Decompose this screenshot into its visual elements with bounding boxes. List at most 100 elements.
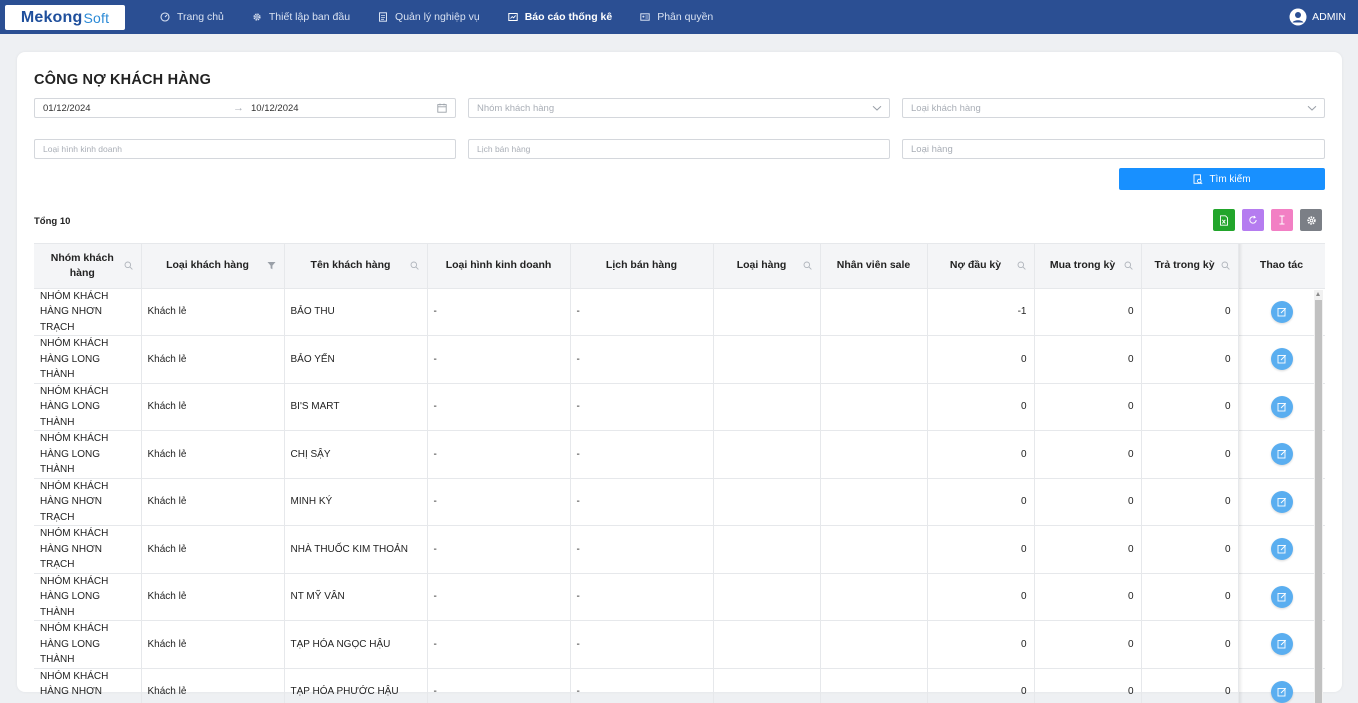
column-header[interactable]: Tên khách hàng (284, 244, 428, 289)
edit-button[interactable] (1270, 443, 1293, 466)
logo-text-secondary: Soft (83, 9, 110, 26)
cell-name: BẢO THU (284, 288, 428, 336)
column-header[interactable]: Trả trong kỳ (1141, 244, 1239, 289)
edit-button[interactable] (1270, 300, 1293, 323)
table-row[interactable]: NHÓM KHÁCH HÀNG LONG THÀNH Khách lẻ BI'S M… (34, 383, 1325, 431)
excel-export-button[interactable] (1213, 209, 1235, 231)
cell-name: TẠP HÓA PHƯỚC HẬU (284, 668, 428, 703)
nav-label: Thiết lập ban đầu (268, 11, 351, 23)
business-type-input[interactable]: Loại hình kinh doanh (34, 139, 456, 159)
column-header[interactable]: Loại khách hàng (141, 244, 285, 289)
column-header-label: Mua trong kỳ (1049, 259, 1116, 272)
cell-schedule: - (570, 573, 714, 621)
nav-item-business-management[interactable]: Quản lý nghiệp vụ (378, 11, 480, 23)
cell-goods (713, 668, 821, 703)
refresh-button[interactable] (1242, 209, 1264, 231)
nav-item-permissions[interactable]: Phân quyền (640, 11, 713, 23)
brand-logo[interactable]: Mekong Soft (5, 5, 125, 30)
cell-business: - (427, 430, 571, 479)
search-icon[interactable] (1017, 261, 1026, 270)
edit-icon (1277, 640, 1286, 649)
cell-purchase: 0 (1034, 478, 1142, 526)
table-row[interactable]: NHÓM KHÁCH HÀNG LONG THÀNH Khách lẻ TẠP HÓ… (34, 620, 1325, 669)
column-width-button[interactable] (1271, 209, 1293, 231)
edit-button[interactable] (1270, 680, 1293, 703)
edit-icon (1277, 355, 1286, 364)
cell-business: - (427, 383, 571, 431)
calendar-icon (437, 103, 447, 113)
column-header[interactable]: Mua trong kỳ (1034, 244, 1142, 289)
search-icon[interactable] (1221, 261, 1230, 270)
cell-paid: 0 (1141, 668, 1239, 703)
edit-icon (1277, 402, 1286, 412)
cell-name: BẢO YẾN (284, 335, 428, 384)
edit-button[interactable] (1270, 538, 1293, 561)
cell-purchase: 0 (1034, 620, 1142, 669)
scroll-up-arrow-icon[interactable] (1316, 292, 1320, 296)
cell-name: NT MỸ VÂN (284, 573, 428, 621)
column-header[interactable]: Loại hàng (713, 244, 821, 289)
cell-group: NHÓM KHÁCH HÀNG NHƠN TRẠCH (34, 668, 142, 703)
cell-opening: 0 (927, 478, 1035, 526)
column-header[interactable]: Nợ đầu kỳ (927, 244, 1035, 289)
search-button[interactable]: Tìm kiếm (1119, 168, 1325, 190)
scrollbar-thumb[interactable] (1315, 300, 1322, 703)
search-icon[interactable] (1124, 261, 1133, 270)
cell-goods (713, 335, 821, 384)
customer-type-select[interactable]: Loại khách hàng (902, 98, 1325, 118)
sales-schedule-input[interactable]: Lịch bán hàng (468, 139, 890, 159)
goods-type-input[interactable]: Loại hàng (902, 139, 1325, 159)
table-row[interactable]: NHÓM KHÁCH HÀNG NHƠN TRẠCH Khách lẻ NHÀ TH… (34, 525, 1325, 574)
column-header[interactable]: Nhân viên sale (820, 244, 928, 289)
cell-opening: 0 (927, 525, 1035, 574)
total-count: Tổng 10 (34, 216, 71, 227)
edit-button[interactable] (1270, 395, 1293, 418)
cell-paid: 0 (1141, 573, 1239, 621)
cell-business: - (427, 668, 571, 703)
cell-paid: 0 (1141, 335, 1239, 384)
search-icon[interactable] (410, 261, 419, 270)
refresh-icon (1249, 215, 1257, 224)
nav-item-initial-setup[interactable]: Thiết lập ban đầu (252, 11, 350, 23)
table-row[interactable]: NHÓM KHÁCH HÀNG NHƠN TRẠCH Khách lẻ MINH K… (34, 478, 1325, 526)
table-header-row: Nhóm khách hàng Loại khách hàng Tên khác… (34, 244, 1325, 289)
customer-group-select[interactable]: Nhóm khách hàng (468, 98, 890, 118)
dashboard-icon (160, 12, 170, 22)
cell-paid: 0 (1141, 620, 1239, 669)
cell-purchase: 0 (1034, 335, 1142, 384)
table-row[interactable]: NHÓM KHÁCH HÀNG NHƠN TRẠCHKhách lẻTẠP HÓ… (34, 668, 1325, 703)
nav-item-home[interactable]: Trang chủ (160, 11, 224, 23)
cell-opening: 0 (927, 383, 1035, 431)
table-row[interactable]: NHÓM KHÁCH HÀNG LONG THÀNH Khách lẻ CHỊ SẬ… (34, 430, 1325, 479)
cell-name: CHỊ SẬY (284, 430, 428, 479)
edit-button[interactable] (1270, 585, 1293, 608)
date-to-value[interactable]: 10/12/2024 (251, 103, 299, 114)
column-header: Thao tác (1238, 244, 1325, 289)
date-from-value[interactable]: 01/12/2024 (43, 103, 91, 114)
filter-icon[interactable] (267, 261, 276, 270)
cell-goods (713, 525, 821, 574)
arrow-right-icon: → (233, 102, 244, 114)
edit-button[interactable] (1270, 490, 1293, 513)
edit-button[interactable] (1270, 633, 1293, 656)
column-header[interactable]: Nhóm khách hàng (34, 244, 142, 289)
table-scrollbar[interactable] (1314, 290, 1323, 703)
cell-sale (820, 335, 928, 384)
search-icon[interactable] (803, 261, 812, 270)
column-header[interactable]: Loại hình kinh doanh (427, 244, 571, 289)
column-header-label: Loại hàng (736, 259, 787, 272)
column-header[interactable]: Lịch bán hàng (570, 244, 714, 289)
cell-paid: 0 (1141, 525, 1239, 574)
cell-opening: -1 (927, 288, 1035, 336)
user-menu[interactable]: ADMIN (1289, 8, 1346, 26)
table-row[interactable]: NHÓM KHÁCH HÀNG NHƠN TRẠCH Khách lẻ BẢO TH… (34, 288, 1325, 336)
settings-button[interactable] (1300, 209, 1322, 231)
edit-button[interactable] (1270, 348, 1293, 371)
cell-type: Khách lẻ (141, 288, 285, 336)
cell-group: NHÓM KHÁCH HÀNG LONG THÀNH (34, 383, 142, 431)
table-row[interactable]: NHÓM KHÁCH HÀNG LONG THÀNH Khách lẻ BẢO YẾ… (34, 335, 1325, 384)
nav-item-reports[interactable]: Báo cáo thống kê (508, 11, 612, 23)
search-icon[interactable] (124, 261, 133, 270)
date-range-picker[interactable]: 01/12/2024 → 10/12/2024 (34, 98, 456, 118)
table-row[interactable]: NHÓM KHÁCH HÀNG LONG THÀNH Khách lẻ NT MỸ … (34, 573, 1325, 621)
